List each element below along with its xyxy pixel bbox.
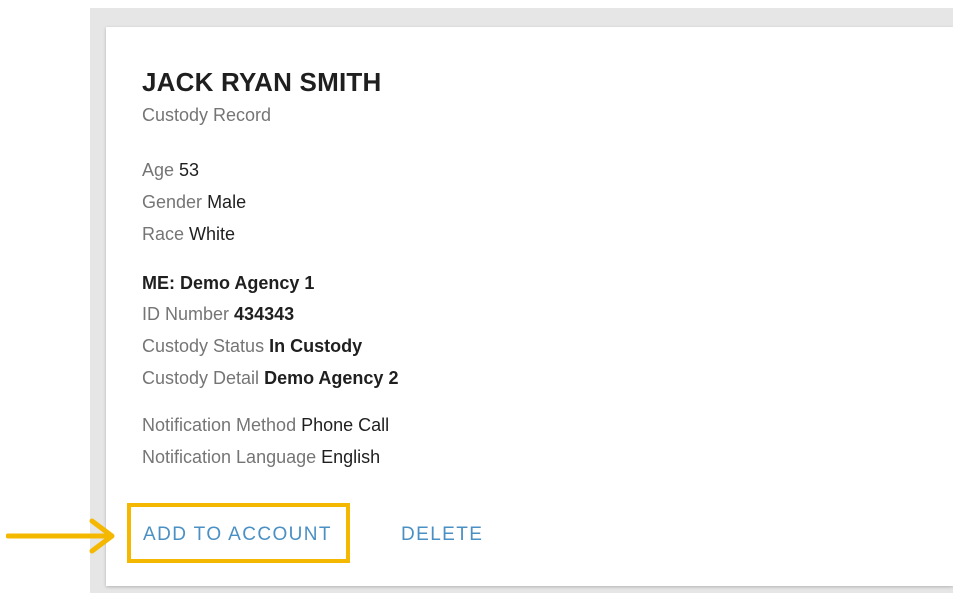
delete-button[interactable]: DELETE (401, 524, 483, 546)
notification-language-value: English (321, 447, 381, 467)
notification-method-value: Phone Call (301, 415, 390, 435)
record-name: JACK RYAN SMITH (142, 67, 382, 97)
notification-method-label: Notification Method (142, 415, 297, 435)
page: JACK RYAN SMITH Custody Record Age 53 Ge… (0, 0, 953, 593)
agency-heading: ME: Demo Agency 1 (142, 273, 315, 293)
race-label: Race (142, 224, 185, 244)
add-to-account-button[interactable]: ADD TO ACCOUNT (143, 524, 332, 546)
notification-language-row: Notification Language English (142, 447, 380, 468)
gender-label: Gender (142, 192, 203, 212)
notification-method-row: Notification Method Phone Call (142, 415, 389, 436)
id-number-label: ID Number (142, 304, 230, 324)
arrow-right-icon (6, 518, 115, 554)
race-value: White (189, 224, 236, 244)
custody-detail-value: Demo Agency 2 (264, 368, 399, 388)
custody-status-row: Custody Status In Custody (142, 336, 362, 357)
age-row: Age 53 (142, 160, 199, 181)
id-number-row: ID Number 434343 (142, 304, 294, 325)
race-row: Race White (142, 224, 235, 245)
custody-detail-row: Custody Detail Demo Agency 2 (142, 368, 398, 389)
custody-status-value: In Custody (269, 336, 363, 356)
custody-status-label: Custody Status (142, 336, 265, 356)
gender-value: Male (207, 192, 247, 212)
notification-language-label: Notification Language (142, 447, 317, 467)
gender-row: Gender Male (142, 192, 246, 213)
record-subtitle: Custody Record (142, 105, 272, 125)
age-label: Age (142, 160, 175, 180)
id-number-value: 434343 (234, 304, 295, 324)
age-value: 53 (179, 160, 200, 180)
custody-detail-label: Custody Detail (142, 368, 260, 388)
